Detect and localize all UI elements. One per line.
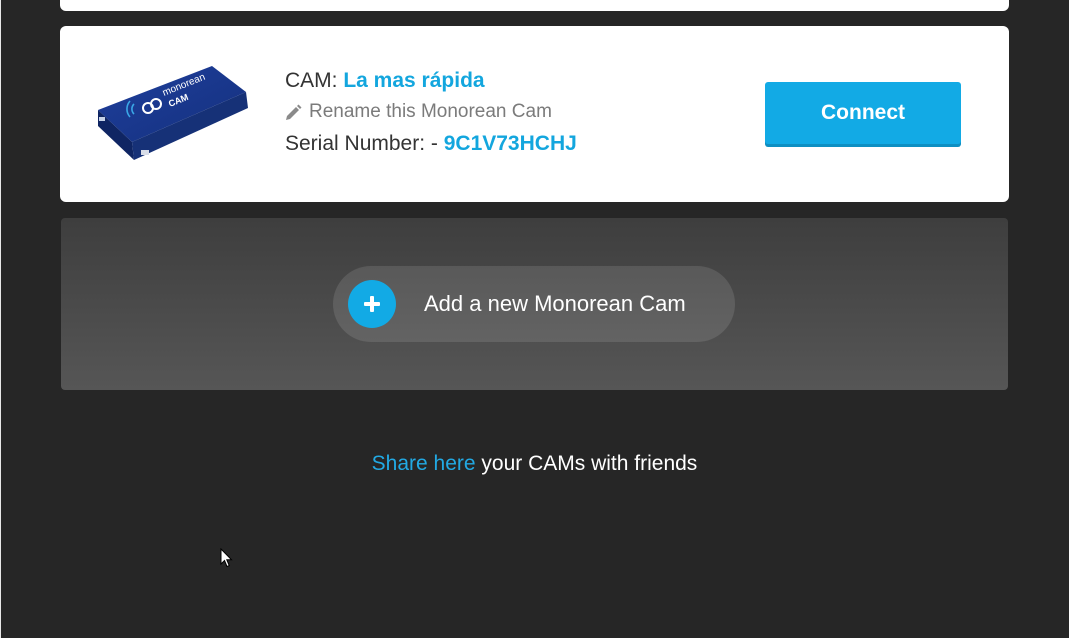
serial-number-line: Serial Number: - 9C1V73HCHJ [285, 131, 577, 157]
plus-icon [348, 280, 396, 328]
add-cam-label: Add a new Monorean Cam [424, 291, 686, 316]
monorean-cam-device-image: monorean CAM [98, 66, 248, 160]
share-rest-text: your CAMs with friends [475, 452, 698, 475]
connect-button[interactable]: Connect [765, 82, 961, 144]
page: monorean CAM CAM: La mas rápida Rename t… [0, 0, 1069, 638]
rename-cam-link[interactable]: Rename this Monorean Cam [285, 101, 577, 123]
cam-card: monorean CAM CAM: La mas rápida Rename t… [60, 26, 1009, 202]
share-here-link[interactable]: Share here [372, 452, 476, 475]
add-cam-panel: Add a new Monorean Cam [61, 218, 1008, 390]
serial-number: 9C1V73HCHJ [443, 132, 577, 155]
previous-cam-card [60, 0, 1009, 11]
window-edge [0, 0, 1, 638]
serial-label: Serial Number: - [285, 132, 444, 155]
cam-info: CAM: La mas rápida Rename this Monorean … [285, 68, 577, 157]
rename-cam-label: Rename this Monorean Cam [309, 101, 552, 122]
cam-name-line: CAM: La mas rápida [285, 68, 577, 94]
share-line: Share here your CAMs with friends [0, 452, 1069, 476]
cam-name: La mas rápida [343, 69, 485, 92]
mouse-pointer-icon [220, 548, 233, 568]
add-cam-button[interactable]: Add a new Monorean Cam [333, 266, 735, 342]
cam-label: CAM: [285, 69, 344, 92]
pencil-icon [286, 104, 302, 120]
